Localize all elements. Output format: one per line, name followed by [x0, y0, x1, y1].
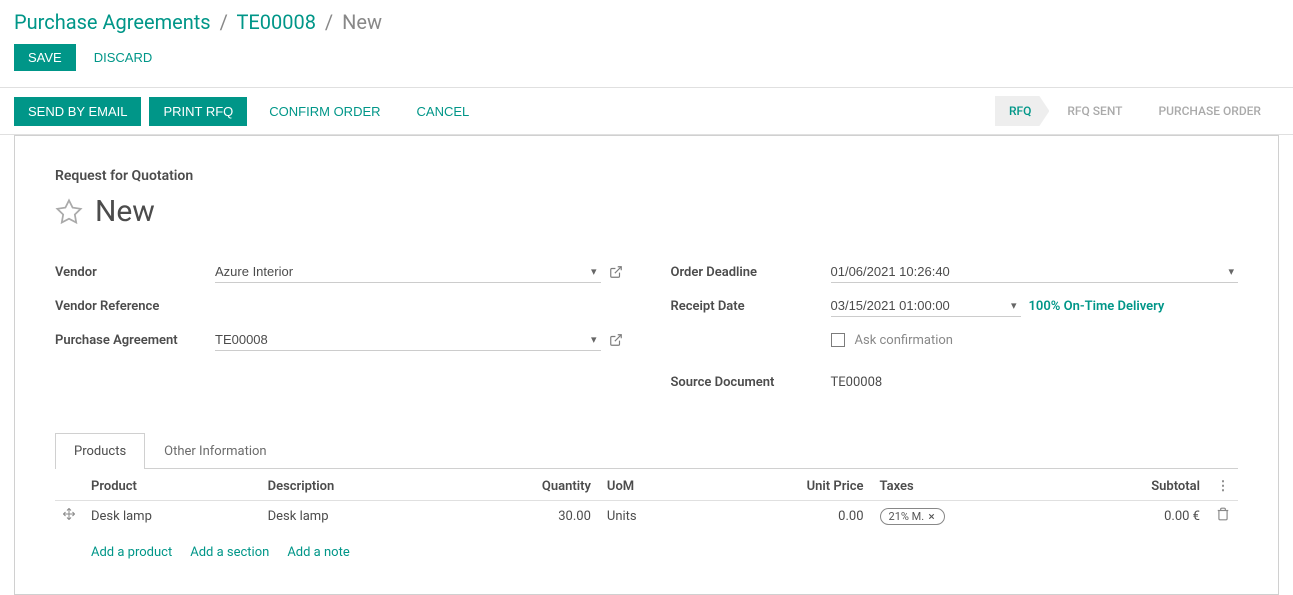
tax-pill[interactable]: 21% M. — [880, 508, 946, 525]
deadline-input[interactable] — [831, 261, 1225, 282]
ask-confirmation-label: Ask confirmation — [855, 333, 954, 348]
tabs: Products Other Information — [55, 433, 1238, 469]
cell-uom[interactable]: Units — [599, 501, 704, 532]
header-actions: SAVE DISCARD — [0, 34, 1293, 87]
star-icon[interactable] — [55, 198, 83, 226]
cell-unit-price[interactable]: 0.00 — [704, 501, 872, 532]
ask-confirmation-checkbox[interactable] — [831, 333, 845, 347]
status-rfq-sent[interactable]: RFQ SENT — [1043, 96, 1140, 126]
status-bar: RFQ RFQ SENT PURCHASE ORDER — [995, 96, 1279, 126]
col-uom: UoM — [599, 469, 704, 501]
chevron-down-icon[interactable]: ▾ — [587, 333, 601, 346]
chevron-down-icon[interactable]: ▾ — [1224, 265, 1238, 278]
table-row[interactable]: Desk lamp Desk lamp 30.00 Units 0.00 21%… — [55, 501, 1238, 532]
save-button[interactable]: SAVE — [14, 44, 76, 71]
external-link-icon[interactable] — [609, 333, 623, 347]
breadcrumb: Purchase Agreements / TE00008 / New — [0, 0, 1293, 34]
cancel-button[interactable]: CANCEL — [403, 97, 484, 126]
chevron-down-icon[interactable]: ▾ — [587, 265, 601, 278]
tab-products[interactable]: Products — [55, 433, 145, 469]
page-title: New — [95, 194, 155, 229]
send-by-email-button[interactable]: SEND BY EMAIL — [14, 97, 141, 126]
confirm-order-button[interactable]: CONFIRM ORDER — [255, 97, 394, 126]
col-description: Description — [260, 469, 450, 501]
form-fields: Vendor ▾ Vendor Reference Purchase Agree… — [55, 257, 1238, 401]
cell-description[interactable]: Desk lamp — [260, 501, 450, 532]
order-lines-table: Product Description Quantity UoM Unit Pr… — [55, 469, 1238, 574]
receipt-label: Receipt Date — [671, 299, 831, 314]
col-taxes: Taxes — [872, 469, 1060, 501]
close-icon[interactable] — [927, 512, 936, 521]
source-label: Source Document — [671, 375, 831, 390]
status-rfq[interactable]: RFQ — [995, 96, 1049, 126]
receipt-input[interactable] — [831, 295, 1007, 316]
breadcrumb-root[interactable]: Purchase Agreements — [14, 10, 211, 34]
vendor-label: Vendor — [55, 265, 215, 280]
trash-icon[interactable] — [1216, 507, 1230, 521]
col-subtotal: Subtotal — [1059, 469, 1208, 501]
chevron-down-icon[interactable]: ▾ — [1007, 299, 1021, 312]
cell-subtotal: 0.00 € — [1059, 501, 1208, 532]
external-link-icon[interactable] — [609, 265, 623, 279]
breadcrumb-parent[interactable]: TE00008 — [236, 10, 316, 34]
tab-other-info[interactable]: Other Information — [145, 433, 285, 469]
vendor-ref-label: Vendor Reference — [55, 299, 215, 314]
form-col-left: Vendor ▾ Vendor Reference Purchase Agree… — [55, 257, 623, 401]
form-title-row: New — [55, 194, 1238, 229]
cell-product[interactable]: Desk lamp — [83, 501, 260, 532]
delivery-link[interactable]: 100% On-Time Delivery — [1029, 299, 1165, 314]
breadcrumb-sep: / — [325, 10, 333, 34]
pa-input-wrap[interactable]: ▾ — [215, 329, 601, 351]
print-rfq-button[interactable]: PRINT RFQ — [149, 97, 247, 126]
source-value: TE00008 — [831, 372, 883, 393]
col-unit-price: Unit Price — [704, 469, 872, 501]
pa-label: Purchase Agreement — [55, 333, 215, 348]
cell-taxes[interactable]: 21% M. — [872, 501, 1060, 532]
kebab-menu-icon[interactable]: ⋮ — [1217, 479, 1230, 494]
breadcrumb-current: New — [342, 10, 382, 34]
deadline-label: Order Deadline — [671, 265, 831, 280]
drag-handle-icon[interactable] — [55, 501, 83, 532]
form-subtitle: Request for Quotation — [55, 168, 1238, 184]
breadcrumb-sep: / — [220, 10, 228, 34]
receipt-input-wrap[interactable]: ▾ — [831, 295, 1021, 317]
toolbar: SEND BY EMAIL PRINT RFQ CONFIRM ORDER CA… — [0, 87, 1293, 135]
tax-label: 21% M. — [889, 510, 925, 523]
cell-quantity[interactable]: 30.00 — [450, 501, 599, 532]
discard-button[interactable]: DISCARD — [94, 44, 153, 71]
vendor-input[interactable] — [215, 261, 587, 282]
form-sheet: Request for Quotation New Vendor ▾ Vendo… — [14, 135, 1279, 595]
form-col-right: Order Deadline ▾ Receipt Date ▾ 100% On-… — [671, 257, 1239, 401]
vendor-input-wrap[interactable]: ▾ — [215, 261, 601, 283]
vendor-ref-input[interactable] — [215, 296, 623, 317]
pa-input[interactable] — [215, 329, 587, 350]
status-purchase-order[interactable]: PURCHASE ORDER — [1135, 96, 1280, 126]
col-product: Product — [83, 469, 260, 501]
col-quantity: Quantity — [450, 469, 599, 501]
deadline-input-wrap[interactable]: ▾ — [831, 261, 1239, 283]
